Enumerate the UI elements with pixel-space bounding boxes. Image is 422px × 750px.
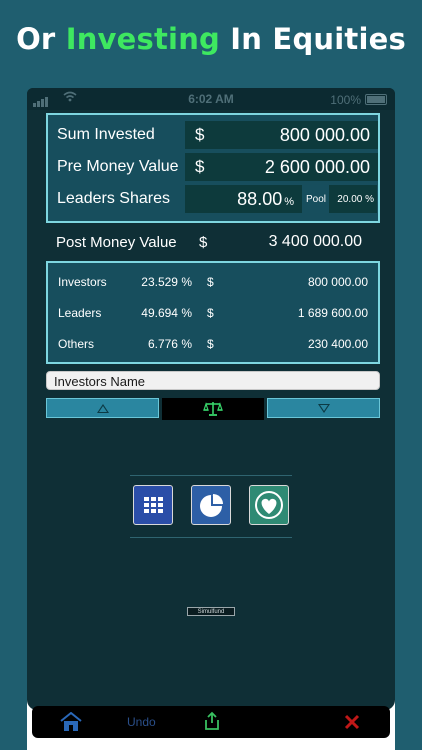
post-money-row: Post Money Value $ 3 400 000.00	[56, 233, 378, 253]
investors-name-input[interactable]	[46, 371, 380, 390]
sum-invested-field[interactable]: $ 800 000.00	[185, 121, 378, 149]
currency-symbol: $	[207, 275, 214, 289]
leaders-shares-field[interactable]: 88.00%	[185, 185, 302, 213]
home-button[interactable]	[60, 711, 82, 737]
pre-money-field[interactable]: $ 2 600 000.00	[185, 153, 378, 181]
summary-amount: 230 400.00	[307, 337, 368, 351]
pool-label: Pool	[306, 194, 327, 205]
status-bar: 6:02 AM 100%	[27, 88, 395, 110]
arrow-up-icon	[97, 404, 109, 413]
close-icon	[344, 714, 360, 730]
currency-symbol: $	[199, 234, 208, 251]
arrow-down-icon	[318, 404, 330, 413]
simulfund-label: Simulfund	[187, 607, 235, 616]
summary-row-investors: Investors 23.529 % $ 800 000.00	[48, 269, 378, 295]
leaders-shares-label: Leaders Shares	[57, 190, 170, 207]
summary-amount: 1 689 600.00	[297, 306, 368, 320]
headline: Or Investing In Equities	[0, 22, 422, 56]
bottom-toolbar: Undo	[32, 706, 390, 738]
summary-name: Leaders	[58, 306, 102, 320]
currency-symbol: $	[195, 125, 205, 144]
summary-name: Investors	[58, 275, 107, 289]
pre-money-label: Pre Money Value	[57, 158, 179, 175]
investor-navigation-bar	[46, 398, 380, 420]
divider-bottom	[130, 537, 292, 538]
previous-investor-button[interactable]	[46, 398, 159, 418]
post-money-value: 3 400 000.00	[268, 233, 362, 250]
scale-icon	[203, 400, 223, 422]
grid-view-button[interactable]	[133, 485, 173, 525]
leaders-shares-value: 88.00%	[237, 189, 294, 210]
pre-money-value: 2 600 000.00	[264, 157, 370, 177]
pool-value: 20.00 %	[337, 194, 374, 205]
summary-percent: 6.776 %	[147, 337, 192, 351]
currency-symbol: $	[207, 337, 214, 351]
summary-percent: 23.529 %	[141, 275, 192, 289]
balance-button[interactable]	[162, 398, 264, 420]
battery-percent: 100%	[330, 92, 361, 107]
headline-part1: Or	[16, 22, 66, 56]
pie-chart-button[interactable]	[191, 485, 231, 525]
sum-invested-label: Sum Invested	[57, 126, 155, 143]
headline-highlight: Investing	[65, 22, 220, 56]
input-panel: Sum Invested $ 800 000.00 Pre Money Valu…	[46, 113, 380, 223]
battery-icon	[365, 94, 387, 106]
leaders-shares-number: 88.00	[237, 189, 283, 209]
summary-row-leaders: Leaders 49.694 % $ 1 689 600.00	[48, 300, 378, 326]
battery-indicator: 100%	[330, 92, 387, 107]
grid-icon	[144, 497, 163, 513]
summary-name: Others	[58, 337, 95, 351]
pool-field[interactable]: 20.00 %	[329, 185, 377, 213]
heart-icon	[255, 491, 283, 519]
undo-button[interactable]: Undo	[127, 715, 156, 729]
pre-money-row: Pre Money Value $ 2 600 000.00	[48, 151, 378, 183]
ownership-summary-panel: Investors 23.529 % $ 800 000.00 Leaders …	[46, 261, 380, 364]
summary-percent: 49.694 %	[141, 306, 192, 320]
share-button[interactable]	[203, 711, 221, 736]
currency-symbol: $	[195, 157, 205, 176]
home-icon	[60, 711, 82, 731]
pie-chart-icon	[200, 494, 223, 517]
percent-unit: %	[284, 196, 294, 208]
post-money-label: Post Money Value	[56, 234, 177, 251]
sum-invested-value: 800 000.00	[279, 125, 370, 145]
headline-part2: In Equities	[220, 22, 406, 56]
favorites-button[interactable]	[249, 485, 289, 525]
share-icon	[205, 711, 219, 730]
divider-top	[130, 475, 292, 476]
next-investor-button[interactable]	[267, 398, 380, 418]
close-button[interactable]	[344, 714, 360, 735]
currency-symbol: $	[207, 306, 214, 320]
summary-row-others: Others 6.776 % $ 230 400.00	[48, 331, 378, 357]
sum-invested-row: Sum Invested $ 800 000.00	[48, 119, 378, 151]
leaders-shares-row: Leaders Shares 88.00% Pool 20.00 %	[48, 183, 378, 215]
summary-amount: 800 000.00	[307, 275, 368, 289]
